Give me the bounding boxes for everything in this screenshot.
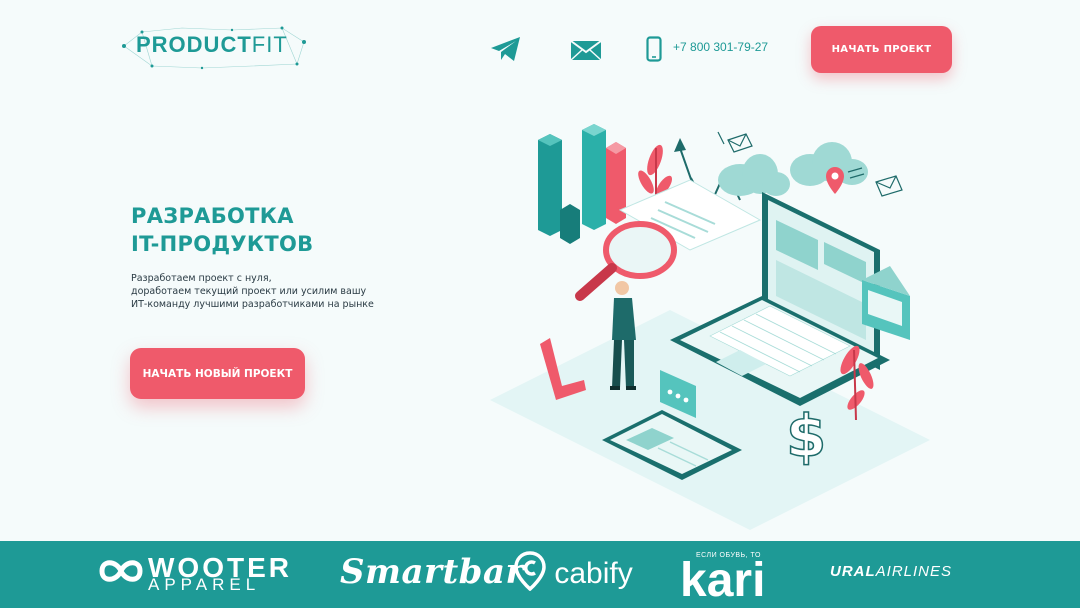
- location-pin-icon: [826, 167, 844, 194]
- logo-text: PRODUCTFIT: [136, 32, 288, 57]
- phone-number[interactable]: +7 800 301-79-27: [673, 40, 768, 54]
- phone-icon: [646, 36, 662, 62]
- wooter-sub: APPAREL: [148, 575, 261, 594]
- cabify-logo: cabify: [514, 551, 633, 592]
- cloud-top: [718, 154, 790, 196]
- mail-icon[interactable]: [570, 40, 602, 61]
- site-header: PRODUCTFIT +7 800 301-79-27 НАЧАТЬ ПРОЕК…: [0, 0, 1080, 90]
- start-project-button[interactable]: НАЧАТЬ ПРОЕКТ: [811, 26, 952, 73]
- infinity-icon: [99, 560, 143, 582]
- productfit-logo[interactable]: PRODUCTFIT: [122, 24, 312, 72]
- isometric-illustration: $: [490, 124, 930, 530]
- telegram-icon[interactable]: [490, 36, 522, 62]
- hero-subtitle: Разработаем проект с нуля, доработаем те…: [131, 273, 374, 310]
- smartbar-logo: Smartbar: [340, 552, 524, 592]
- cabify-pin-icon: [514, 551, 546, 592]
- hero-title: РАЗРАБОТКА IT-ПРОДУКТОВ: [131, 204, 314, 256]
- wooter-apparel-logo: WOOTER APPAREL: [98, 554, 289, 594]
- dollar-sign-illustration: $: [786, 402, 826, 470]
- kari-logo: kari: [680, 554, 766, 607]
- bar-chart-illustration: [538, 124, 626, 244]
- start-new-project-button[interactable]: НАЧАТЬ НОВЫЙ ПРОЕКТ: [130, 348, 305, 399]
- ural-airlines-logo: URALAIRLINES: [830, 563, 953, 580]
